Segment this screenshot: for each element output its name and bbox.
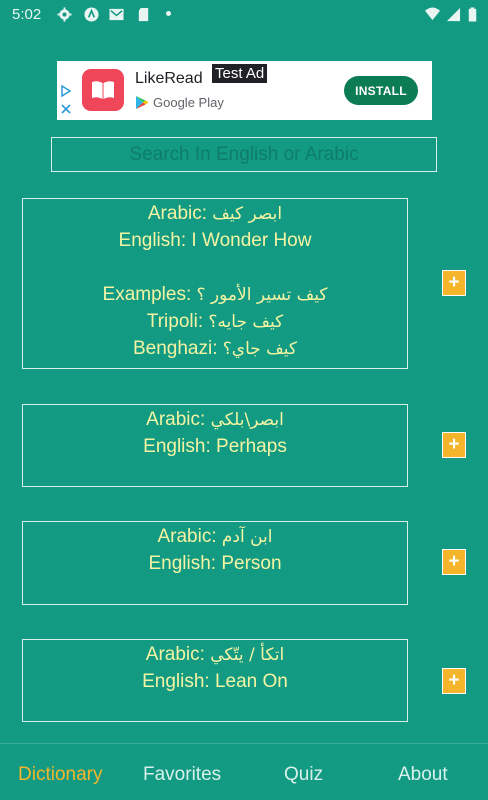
ad-store-label: Google Play	[153, 95, 224, 110]
gear-icon	[57, 7, 72, 22]
tab-about[interactable]: About	[398, 764, 448, 786]
word-card[interactable]: Arabic: ابصر كيف English: I Wonder How E…	[22, 198, 408, 369]
english-word: Lean On	[214, 671, 288, 692]
tab-dictionary[interactable]: Dictionary	[18, 764, 102, 786]
english-label: English:	[148, 553, 217, 574]
english-line: English: I Wonder How	[23, 227, 407, 254]
arabic-word: اتكأ / يتّكي	[210, 645, 285, 665]
mail-icon	[109, 8, 124, 21]
examples-label: Examples:	[102, 284, 192, 305]
ad-banner[interactable]: LikeRead Google Play Test Ad INSTALL	[57, 61, 432, 120]
sd-card-icon	[138, 7, 149, 22]
arabic-line: Arabic: ابن آدم	[23, 523, 407, 550]
examples-text: كيف تسير الأمور ؟	[196, 285, 328, 305]
close-icon[interactable]	[60, 103, 72, 115]
add-favorite-button[interactable]: +	[442, 432, 466, 458]
google-play-icon	[136, 96, 149, 109]
search-input[interactable]	[51, 137, 437, 172]
status-bar: 5:02	[0, 0, 488, 30]
add-favorite-button[interactable]: +	[442, 668, 466, 694]
install-button[interactable]: INSTALL	[344, 76, 418, 105]
word-card[interactable]: Arabic: ابن آدم English: Person	[22, 521, 408, 605]
ad-app-name[interactable]: LikeRead	[135, 70, 203, 88]
arabic-word: ابصر\بلكي	[210, 410, 284, 430]
arabic-label: Arabic:	[157, 526, 217, 547]
app-icon	[84, 7, 99, 22]
dot-icon	[166, 11, 171, 16]
adchoices-icon[interactable]	[60, 85, 72, 97]
wifi-icon	[425, 7, 440, 21]
english-line: English: Person	[23, 550, 407, 577]
add-favorite-button[interactable]: +	[442, 270, 466, 296]
status-time: 5:02	[12, 6, 42, 23]
english-label: English:	[118, 230, 187, 251]
bottom-nav: Dictionary Favorites Quiz About	[0, 743, 488, 800]
add-favorite-button[interactable]: +	[442, 549, 466, 575]
tab-favorites[interactable]: Favorites	[143, 764, 221, 786]
arabic-line: Arabic: ابصر\بلكي	[23, 406, 407, 433]
english-word: Person	[221, 553, 282, 574]
book-icon[interactable]	[82, 69, 124, 111]
signal-icon	[446, 7, 461, 22]
english-word: I Wonder How	[191, 230, 312, 251]
arabic-line: Arabic: ابصر كيف	[23, 200, 407, 227]
english-label: English:	[143, 436, 211, 457]
english-line: English: Lean On	[23, 668, 407, 695]
arabic-word: ابن آدم	[221, 527, 273, 547]
english-word: Perhaps	[216, 436, 287, 457]
arabic-word: ابصر كيف	[212, 204, 283, 224]
test-ad-badge: Test Ad	[211, 63, 269, 84]
tripoli-text: كيف جايه؟	[208, 312, 284, 332]
arabic-label: Arabic:	[145, 644, 205, 665]
word-card[interactable]: Arabic: ابصر\بلكي English: Perhaps	[22, 404, 408, 487]
arabic-label: Arabic:	[147, 203, 208, 224]
benghazi-label: Benghazi:	[132, 338, 218, 359]
tripoli-label: Tripoli:	[146, 311, 204, 332]
english-line: English: Perhaps	[23, 433, 407, 460]
tripoli-line: Tripoli: كيف جايه؟	[23, 308, 407, 335]
examples-line: Examples: كيف تسير الأمور ؟	[23, 281, 407, 308]
arabic-line: Arabic: اتكأ / يتّكي	[23, 641, 407, 668]
word-card[interactable]: Arabic: اتكأ / يتّكي English: Lean On	[22, 639, 408, 722]
arabic-label: Arabic:	[146, 409, 206, 430]
benghazi-text: كيف جاي؟	[222, 339, 298, 359]
benghazi-line: Benghazi: كيف جاي؟	[23, 335, 407, 362]
tab-quiz[interactable]: Quiz	[284, 764, 323, 786]
english-label: English:	[142, 671, 210, 692]
battery-icon	[468, 7, 477, 22]
